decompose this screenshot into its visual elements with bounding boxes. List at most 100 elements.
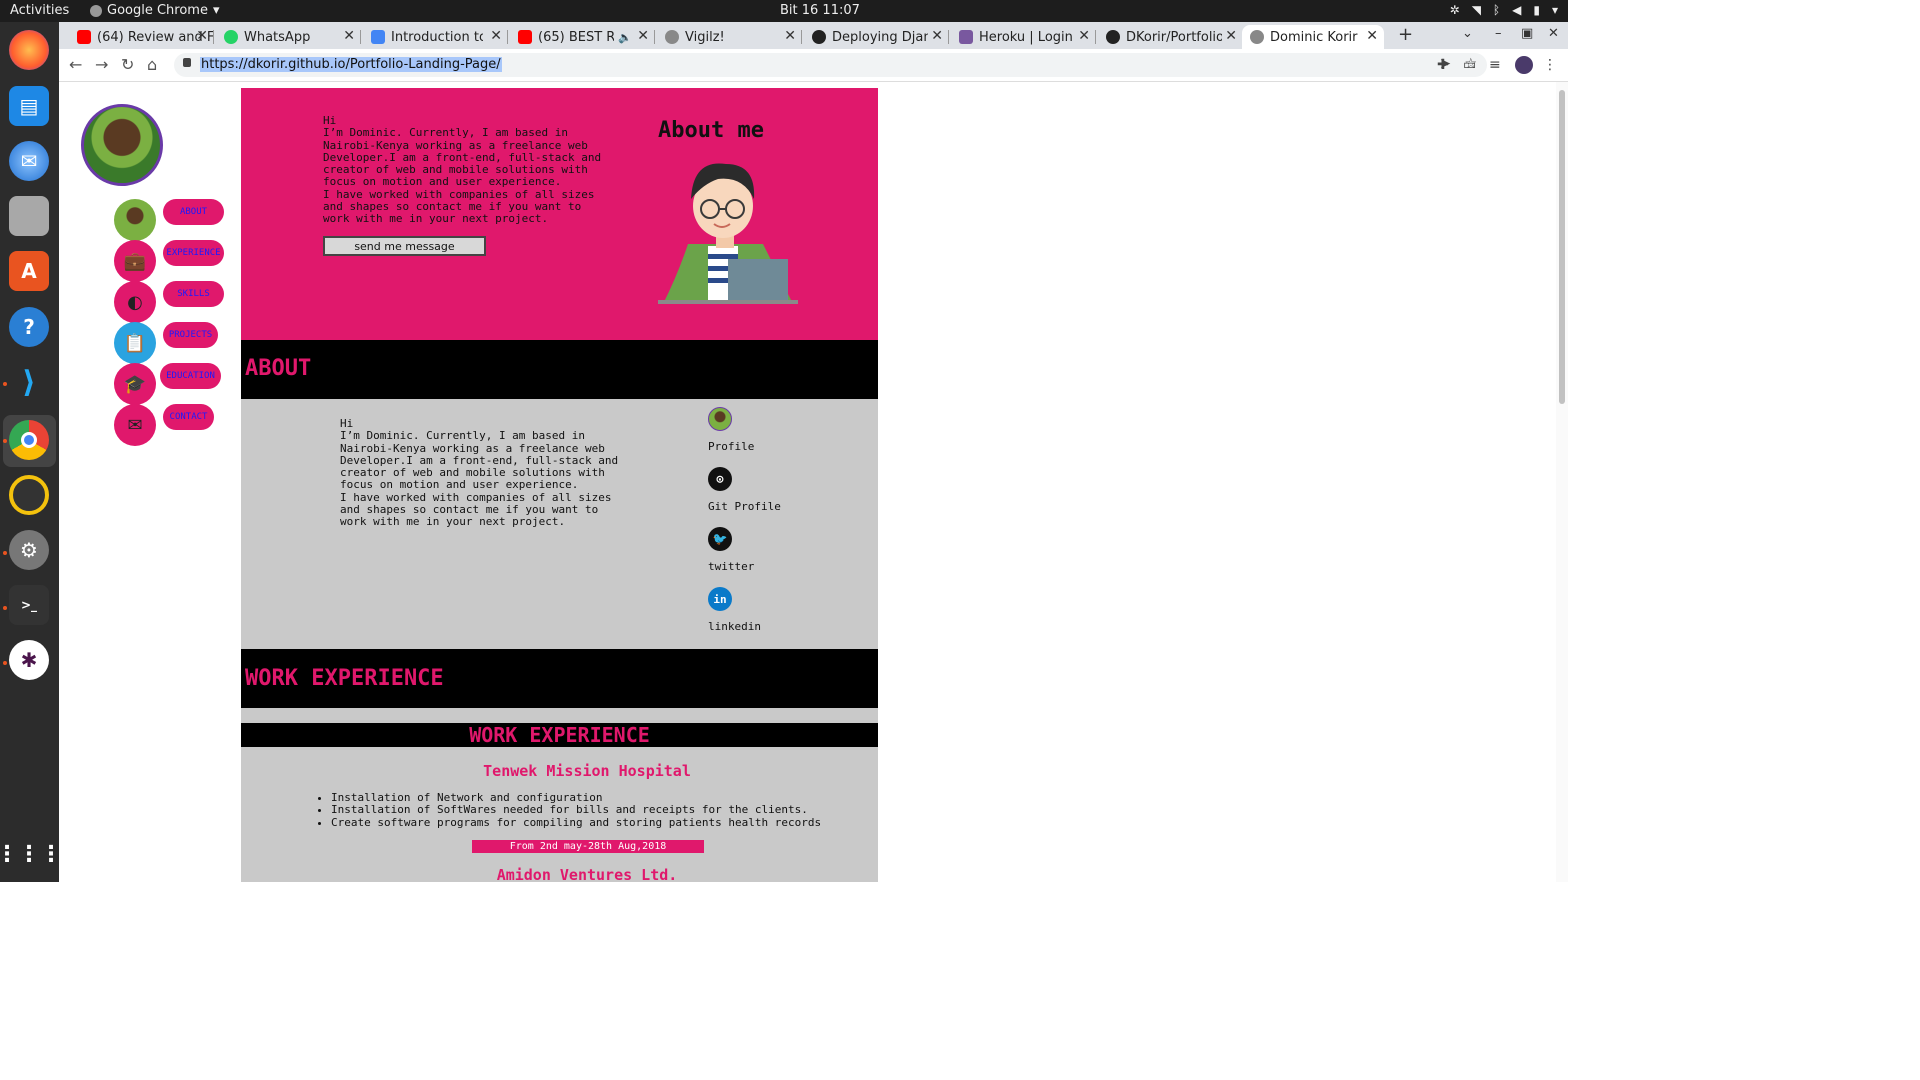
tab-strip: (64) Review and F ✕ WhatsApp ✕ Introduct… xyxy=(59,22,1568,49)
address-bar[interactable]: https://dkorir.github.io/Portfolio-Landi… xyxy=(174,53,1487,77)
rhythmbox-icon[interactable] xyxy=(9,475,49,515)
close-icon[interactable]: ✕ xyxy=(196,28,208,44)
power-menu-icon[interactable]: ▾ xyxy=(1552,3,1558,17)
browser-tab[interactable]: DKorir/Portfolio ✕ xyxy=(1098,25,1243,49)
slack-tray-icon[interactable]: ✲ xyxy=(1450,3,1460,17)
url-text[interactable]: https://dkorir.github.io/Portfolio-Landi… xyxy=(200,57,502,72)
chevron-down-icon: ▾ xyxy=(212,3,220,18)
close-icon[interactable]: ✕ xyxy=(637,28,649,44)
send-message-button[interactable]: send me message xyxy=(323,236,486,256)
activities-button[interactable]: Activities xyxy=(10,3,69,18)
close-icon[interactable]: ✕ xyxy=(1078,28,1090,44)
close-icon[interactable]: ✕ xyxy=(1225,28,1237,44)
running-indicator xyxy=(3,382,7,386)
about-heading: ABOUT xyxy=(245,356,312,381)
browser-tab[interactable]: (65) BEST REC 🔈 ✕ xyxy=(510,25,655,49)
work-experience-section: WORK EXPERIENCE Tenwek Mission Hospital … xyxy=(241,708,878,882)
slack-icon[interactable]: ✱ xyxy=(9,640,49,680)
running-indicator xyxy=(3,606,7,610)
profile-photo xyxy=(81,104,163,186)
close-icon[interactable]: ✕ xyxy=(490,28,502,44)
profile-icon xyxy=(708,407,732,431)
hero-section: Hi I’m Dominic. Currently, I am based in… xyxy=(241,88,878,340)
back-icon[interactable]: ← xyxy=(69,55,82,74)
minimize-icon[interactable]: – xyxy=(1495,26,1502,41)
nav-about-button[interactable]: ABOUT xyxy=(163,199,224,225)
nav-projects-button[interactable]: PROJECTS xyxy=(163,322,218,348)
dock: ▤ ✉ A ? ⟩ ⚙ >_ ✱ ⋮⋮⋮ xyxy=(0,22,62,882)
tab-title: DKorir/Portfolio xyxy=(1126,29,1222,45)
reload-icon[interactable]: ↻ xyxy=(121,55,134,74)
work-heading-bar: WORK EXPERIENCE xyxy=(241,649,878,708)
close-icon[interactable]: ✕ xyxy=(343,28,355,44)
extensions-icon[interactable]: ✚ xyxy=(1437,57,1449,73)
avatar-icon[interactable] xyxy=(114,199,156,241)
audio-playing-icon[interactable]: 🔈 xyxy=(618,31,632,44)
envelope-icon[interactable]: ✉ xyxy=(114,404,156,446)
firefox-icon[interactable] xyxy=(9,30,49,70)
forward-icon[interactable]: → xyxy=(95,55,108,74)
social-link-github[interactable]: ⊙ Git Profile xyxy=(708,467,781,513)
vscode-icon[interactable]: ⟩ xyxy=(9,362,49,402)
browser-tab-active[interactable]: Dominic Korir ✕ xyxy=(1242,25,1384,49)
nav-contact-button[interactable]: CONTACT xyxy=(163,404,214,430)
browser-tab[interactable]: Deploying Djang ✕ xyxy=(804,25,949,49)
window-close-icon[interactable]: ✕ xyxy=(1548,26,1559,41)
social-link-label: Profile xyxy=(708,440,755,453)
chrome-icon xyxy=(90,4,102,17)
files-icon[interactable] xyxy=(9,196,49,236)
scrollbar-thumb[interactable] xyxy=(1559,90,1565,404)
chrome-menu-icon[interactable]: ⋮ xyxy=(1543,57,1557,73)
system-tray[interactable]: ✲ ◥ ᛒ ◀ ▮ ▾ xyxy=(1450,3,1558,17)
whatsapp-icon xyxy=(224,30,238,44)
clock[interactable]: Bit 16 11:07 xyxy=(780,3,860,18)
close-icon[interactable]: ✕ xyxy=(931,28,943,44)
writer-icon[interactable]: ▤ xyxy=(9,86,49,126)
show-apps-icon[interactable]: ⋮⋮⋮ xyxy=(0,834,62,874)
media-control-icon[interactable]: ≡ xyxy=(1489,57,1501,73)
new-tab-button[interactable]: + xyxy=(1398,24,1413,45)
list-item: Installation of SoftWares needed for bil… xyxy=(331,803,821,816)
restore-icon[interactable]: ▣ xyxy=(1521,26,1533,41)
company-name: Tenwek Mission Hospital xyxy=(483,762,691,780)
social-link-twitter[interactable]: 🐦 twitter xyxy=(708,527,754,573)
github-icon: ⊙ xyxy=(708,467,732,491)
settings-icon[interactable]: ⚙ xyxy=(9,530,49,570)
tab-title: (65) BEST REC xyxy=(538,29,614,45)
social-link-profile[interactable]: Profile xyxy=(708,407,754,453)
browser-tab[interactable]: (64) Review and F ✕ xyxy=(69,25,214,49)
browser-tab[interactable]: Heroku | Login ✕ xyxy=(951,25,1096,49)
clipboard-icon[interactable]: 📋 xyxy=(114,322,156,364)
twitter-icon: 🐦 xyxy=(708,527,732,551)
tab-search-icon[interactable]: ⌄ xyxy=(1462,26,1473,41)
chrome-dock-icon[interactable] xyxy=(9,420,49,460)
volume-icon[interactable]: ◀ xyxy=(1512,3,1521,17)
browser-tab[interactable]: Introduction to C ✕ xyxy=(363,25,508,49)
about-text: Hi I’m Dominic. Currently, I am based in… xyxy=(340,417,619,529)
nav-education-button[interactable]: EDUCATION xyxy=(160,363,221,389)
page-scrollbar[interactable] xyxy=(1556,82,1568,882)
social-link-linkedin[interactable]: in linkedin xyxy=(708,587,761,633)
browser-tab[interactable]: WhatsApp ✕ xyxy=(216,25,361,49)
app-menu[interactable]: Google Chrome ▾ xyxy=(90,3,220,18)
briefcase-icon[interactable]: 💼 xyxy=(114,240,156,282)
thunderbird-icon[interactable]: ✉ xyxy=(9,141,49,181)
software-center-icon[interactable]: A xyxy=(9,251,49,291)
wifi-icon[interactable]: ◥ xyxy=(1472,3,1481,17)
close-icon[interactable]: ✕ xyxy=(784,28,796,44)
close-icon[interactable]: ✕ xyxy=(1366,28,1378,44)
battery-icon[interactable]: ▮ xyxy=(1533,3,1540,17)
terminal-icon[interactable]: >_ xyxy=(9,585,49,625)
nav-experience-button[interactable]: EXPERIENCE xyxy=(163,240,224,266)
bluetooth-icon[interactable]: ᛒ xyxy=(1493,3,1500,17)
nav-skills-button[interactable]: SKILLS xyxy=(163,281,224,307)
cast-icon[interactable]: ▭ xyxy=(1463,57,1476,73)
home-icon[interactable]: ⌂ xyxy=(147,55,157,74)
help-icon[interactable]: ? xyxy=(9,307,49,347)
browser-tab[interactable]: Vigilz! ✕ xyxy=(657,25,802,49)
graduate-icon[interactable]: 🎓 xyxy=(114,363,156,405)
profile-avatar[interactable] xyxy=(1515,56,1533,74)
hero-intro-text: Hi I’m Dominic. Currently, I am based in… xyxy=(323,114,602,226)
app-menu-label: Google Chrome xyxy=(107,3,208,18)
lightbulb-icon[interactable]: ◐ xyxy=(114,281,156,323)
